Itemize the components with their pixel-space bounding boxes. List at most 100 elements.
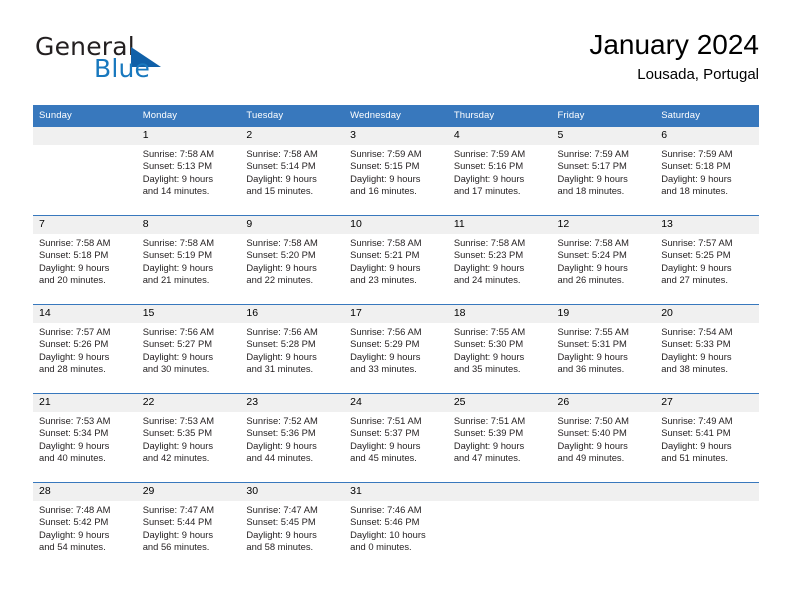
day-number: 29 bbox=[136, 483, 241, 501]
sunrise-text: Sunrise: 7:58 AM bbox=[246, 237, 318, 248]
calendar-day-cell[interactable]: 20 Sunrise: 7:54 AM Sunset: 5:33 PM Dayligh… bbox=[655, 304, 759, 394]
calendar-day-cell[interactable]: 31 Sunrise: 7:46 AM Sunset: 5:46 PM Dayligh… bbox=[344, 482, 448, 571]
sunset-text: Sunset: 5:27 PM bbox=[142, 338, 213, 350]
day-number: 26 bbox=[551, 394, 656, 412]
sunset-text: Sunset: 5:35 PM bbox=[142, 427, 213, 439]
sunset-text: Sunset: 5:37 PM bbox=[350, 427, 420, 439]
calendar-day-cell[interactable]: 4 Sunrise: 7:59 AM Sunset: 5:16 PM Daylight… bbox=[447, 126, 552, 216]
day-details: Sunrise: 7:58 AM Sunset: 5:23 PM Daylight:… bbox=[448, 234, 552, 287]
day-number: 23 bbox=[240, 394, 345, 412]
calendar-day-cell[interactable]: 28 Sunrise: 7:48 AM Sunset: 5:42 PM Dayligh… bbox=[33, 482, 137, 571]
sunset-text: Sunset: 5:18 PM bbox=[661, 160, 731, 172]
day-details: Sunrise: 7:54 AM Sunset: 5:33 PM Daylight:… bbox=[655, 323, 759, 376]
calendar-day-cell[interactable]: 1 Sunrise: 7:58 AM Sunset: 5:13 PM Daylight… bbox=[136, 126, 241, 216]
sunrise-text: Sunrise: 7:55 AM bbox=[557, 326, 629, 337]
daylight-text-line2: and 0 minutes. bbox=[350, 541, 412, 553]
day-details: Sunrise: 7:59 AM Sunset: 5:17 PM Daylight:… bbox=[552, 145, 656, 198]
daylight-text-line1: Daylight: 9 hours bbox=[661, 172, 732, 184]
daylight-text-line1: Daylight: 9 hours bbox=[661, 261, 732, 273]
calendar-day-cell[interactable]: 21 Sunrise: 7:53 AM Sunset: 5:34 PM Dayligh… bbox=[33, 393, 137, 483]
calendar-day-cell[interactable]: 6 Sunrise: 7:59 AM Sunset: 5:18 PM Daylight… bbox=[655, 126, 759, 216]
calendar-day-cell[interactable]: 12 Sunrise: 7:58 AM Sunset: 5:24 PM Dayligh… bbox=[551, 215, 656, 305]
day-number: 24 bbox=[344, 394, 448, 412]
calendar-day-cell[interactable]: 7 Sunrise: 7:58 AM Sunset: 5:18 PM Daylight… bbox=[33, 215, 137, 305]
day-number: 31 bbox=[344, 483, 448, 501]
calendar-day-cell[interactable]: 15 Sunrise: 7:56 AM Sunset: 5:27 PM Dayligh… bbox=[136, 304, 241, 394]
daylight-text-line2: and 35 minutes. bbox=[453, 363, 521, 375]
sunrise-text: Sunrise: 7:59 AM bbox=[557, 148, 629, 159]
sunset-text: Sunset: 5:41 PM bbox=[661, 427, 731, 439]
calendar-day-cell[interactable]: 27 Sunrise: 7:49 AM Sunset: 5:41 PM Dayligh… bbox=[655, 393, 759, 483]
calendar-day-cell[interactable]: 25 Sunrise: 7:51 AM Sunset: 5:39 PM Dayligh… bbox=[447, 393, 552, 483]
calendar-day-cell[interactable]: 16 Sunrise: 7:56 AM Sunset: 5:28 PM Dayligh… bbox=[240, 304, 345, 394]
calendar-day-cell[interactable]: 14 Sunrise: 7:57 AM Sunset: 5:26 PM Dayligh… bbox=[33, 304, 137, 394]
weekday-header-friday: Friday bbox=[551, 105, 656, 127]
daylight-text-line2: and 38 minutes. bbox=[661, 363, 728, 375]
day-details: Sunrise: 7:59 AM Sunset: 5:16 PM Daylight:… bbox=[448, 145, 552, 198]
title-block: January 2024 Lousada, Portugal bbox=[589, 28, 759, 86]
logo-text-blue: Blue bbox=[94, 54, 151, 83]
day-details: Sunrise: 7:47 AM Sunset: 5:45 PM Daylight:… bbox=[240, 501, 344, 554]
day-details: Sunrise: 7:57 AM Sunset: 5:25 PM Daylight:… bbox=[655, 234, 759, 287]
daylight-text-line1: Daylight: 10 hours bbox=[350, 528, 426, 540]
daylight-text-line1: Daylight: 9 hours bbox=[350, 172, 421, 184]
daylight-text-line2: and 33 minutes. bbox=[350, 363, 417, 375]
sunrise-text: Sunrise: 7:46 AM bbox=[350, 504, 422, 515]
daylight-text-line2: and 18 minutes. bbox=[557, 185, 625, 197]
calendar-day-cell-empty bbox=[447, 482, 552, 571]
daylight-text-line1: Daylight: 9 hours bbox=[246, 528, 317, 540]
day-number: 1 bbox=[136, 127, 241, 145]
calendar-day-cell[interactable]: 23 Sunrise: 7:52 AM Sunset: 5:36 PM Dayligh… bbox=[240, 393, 345, 483]
sunrise-text: Sunrise: 7:47 AM bbox=[246, 504, 318, 515]
calendar-day-cell[interactable]: 18 Sunrise: 7:55 AM Sunset: 5:30 PM Dayligh… bbox=[447, 304, 552, 394]
sunrise-text: Sunrise: 7:59 AM bbox=[453, 148, 526, 159]
calendar-day-cell[interactable]: 24 Sunrise: 7:51 AM Sunset: 5:37 PM Dayligh… bbox=[344, 393, 448, 483]
day-details: Sunrise: 7:57 AM Sunset: 5:26 PM Daylight:… bbox=[33, 323, 137, 376]
day-number: 3 bbox=[344, 127, 448, 145]
calendar-day-cell[interactable]: 5 Sunrise: 7:59 AM Sunset: 5:17 PM Daylight… bbox=[551, 126, 656, 216]
calendar-day-cell[interactable]: 29 Sunrise: 7:47 AM Sunset: 5:44 PM Dayligh… bbox=[136, 482, 241, 571]
calendar-day-cell[interactable]: 11 Sunrise: 7:58 AM Sunset: 5:23 PM Dayligh… bbox=[447, 215, 552, 305]
calendar-day-cell[interactable]: 9 Sunrise: 7:58 AM Sunset: 5:20 PM Daylight… bbox=[240, 215, 345, 305]
calendar-day-cell[interactable]: 2 Sunrise: 7:58 AM Sunset: 5:14 PM Daylight… bbox=[240, 126, 345, 216]
daylight-text-line2: and 24 minutes. bbox=[453, 274, 521, 286]
weekday-header-wednesday: Wednesday bbox=[344, 105, 448, 127]
calendar-day-cell[interactable]: 10 Sunrise: 7:58 AM Sunset: 5:21 PM Dayligh… bbox=[344, 215, 448, 305]
day-number: 18 bbox=[447, 305, 552, 323]
sunrise-text: Sunrise: 7:58 AM bbox=[246, 148, 318, 159]
calendar-day-cell[interactable]: 3 Sunrise: 7:59 AM Sunset: 5:15 PM Daylight… bbox=[344, 126, 448, 216]
day-details: Sunrise: 7:50 AM Sunset: 5:40 PM Daylight:… bbox=[552, 412, 656, 465]
day-number: 9 bbox=[240, 216, 345, 234]
daylight-text-line2: and 21 minutes. bbox=[142, 274, 210, 286]
sunrise-text: Sunrise: 7:58 AM bbox=[557, 237, 629, 248]
sunset-text: Sunset: 5:16 PM bbox=[453, 160, 524, 172]
day-details: Sunrise: 7:59 AM Sunset: 5:18 PM Daylight:… bbox=[655, 145, 759, 198]
general-blue-logo[interactable]: General Blue bbox=[33, 32, 273, 88]
calendar-day-cell[interactable]: 26 Sunrise: 7:50 AM Sunset: 5:40 PM Dayligh… bbox=[551, 393, 656, 483]
sunrise-text: Sunrise: 7:58 AM bbox=[350, 237, 422, 248]
sunset-text: Sunset: 5:18 PM bbox=[39, 249, 109, 261]
calendar-header-row: Sunday Monday Tuesday Wednesday Thursday… bbox=[33, 105, 759, 127]
daylight-text-line2: and 56 minutes. bbox=[142, 541, 210, 553]
sunrise-text: Sunrise: 7:52 AM bbox=[246, 415, 318, 426]
calendar-day-cell[interactable]: 30 Sunrise: 7:47 AM Sunset: 5:45 PM Dayligh… bbox=[240, 482, 345, 571]
day-details: Sunrise: 7:58 AM Sunset: 5:13 PM Daylight:… bbox=[137, 145, 241, 198]
daylight-text-line2: and 30 minutes. bbox=[142, 363, 210, 375]
sunrise-text: Sunrise: 7:48 AM bbox=[39, 504, 111, 515]
calendar-day-cell[interactable]: 22 Sunrise: 7:53 AM Sunset: 5:35 PM Dayligh… bbox=[136, 393, 241, 483]
calendar-week-row: 21 Sunrise: 7:53 AM Sunset: 5:34 PM Dayligh… bbox=[33, 393, 759, 483]
sunset-text: Sunset: 5:24 PM bbox=[557, 249, 627, 261]
day-number: 14 bbox=[33, 305, 137, 323]
sunset-text: Sunset: 5:14 PM bbox=[246, 160, 316, 172]
day-number: 15 bbox=[136, 305, 241, 323]
day-number: 21 bbox=[33, 394, 137, 412]
calendar-day-cell[interactable]: 8 Sunrise: 7:58 AM Sunset: 5:19 PM Daylight… bbox=[136, 215, 241, 305]
calendar-day-cell[interactable]: 13 Sunrise: 7:57 AM Sunset: 5:25 PM Dayligh… bbox=[655, 215, 759, 305]
daylight-text-line2: and 18 minutes. bbox=[661, 185, 728, 197]
weekday-header-saturday: Saturday bbox=[655, 105, 759, 127]
calendar-day-cell[interactable]: 19 Sunrise: 7:55 AM Sunset: 5:31 PM Dayligh… bbox=[551, 304, 656, 394]
daylight-text-line2: and 49 minutes. bbox=[557, 452, 625, 464]
calendar-day-cell[interactable]: 17 Sunrise: 7:56 AM Sunset: 5:29 PM Dayligh… bbox=[344, 304, 448, 394]
sunrise-text: Sunrise: 7:50 AM bbox=[557, 415, 629, 426]
day-number: 13 bbox=[655, 216, 759, 234]
